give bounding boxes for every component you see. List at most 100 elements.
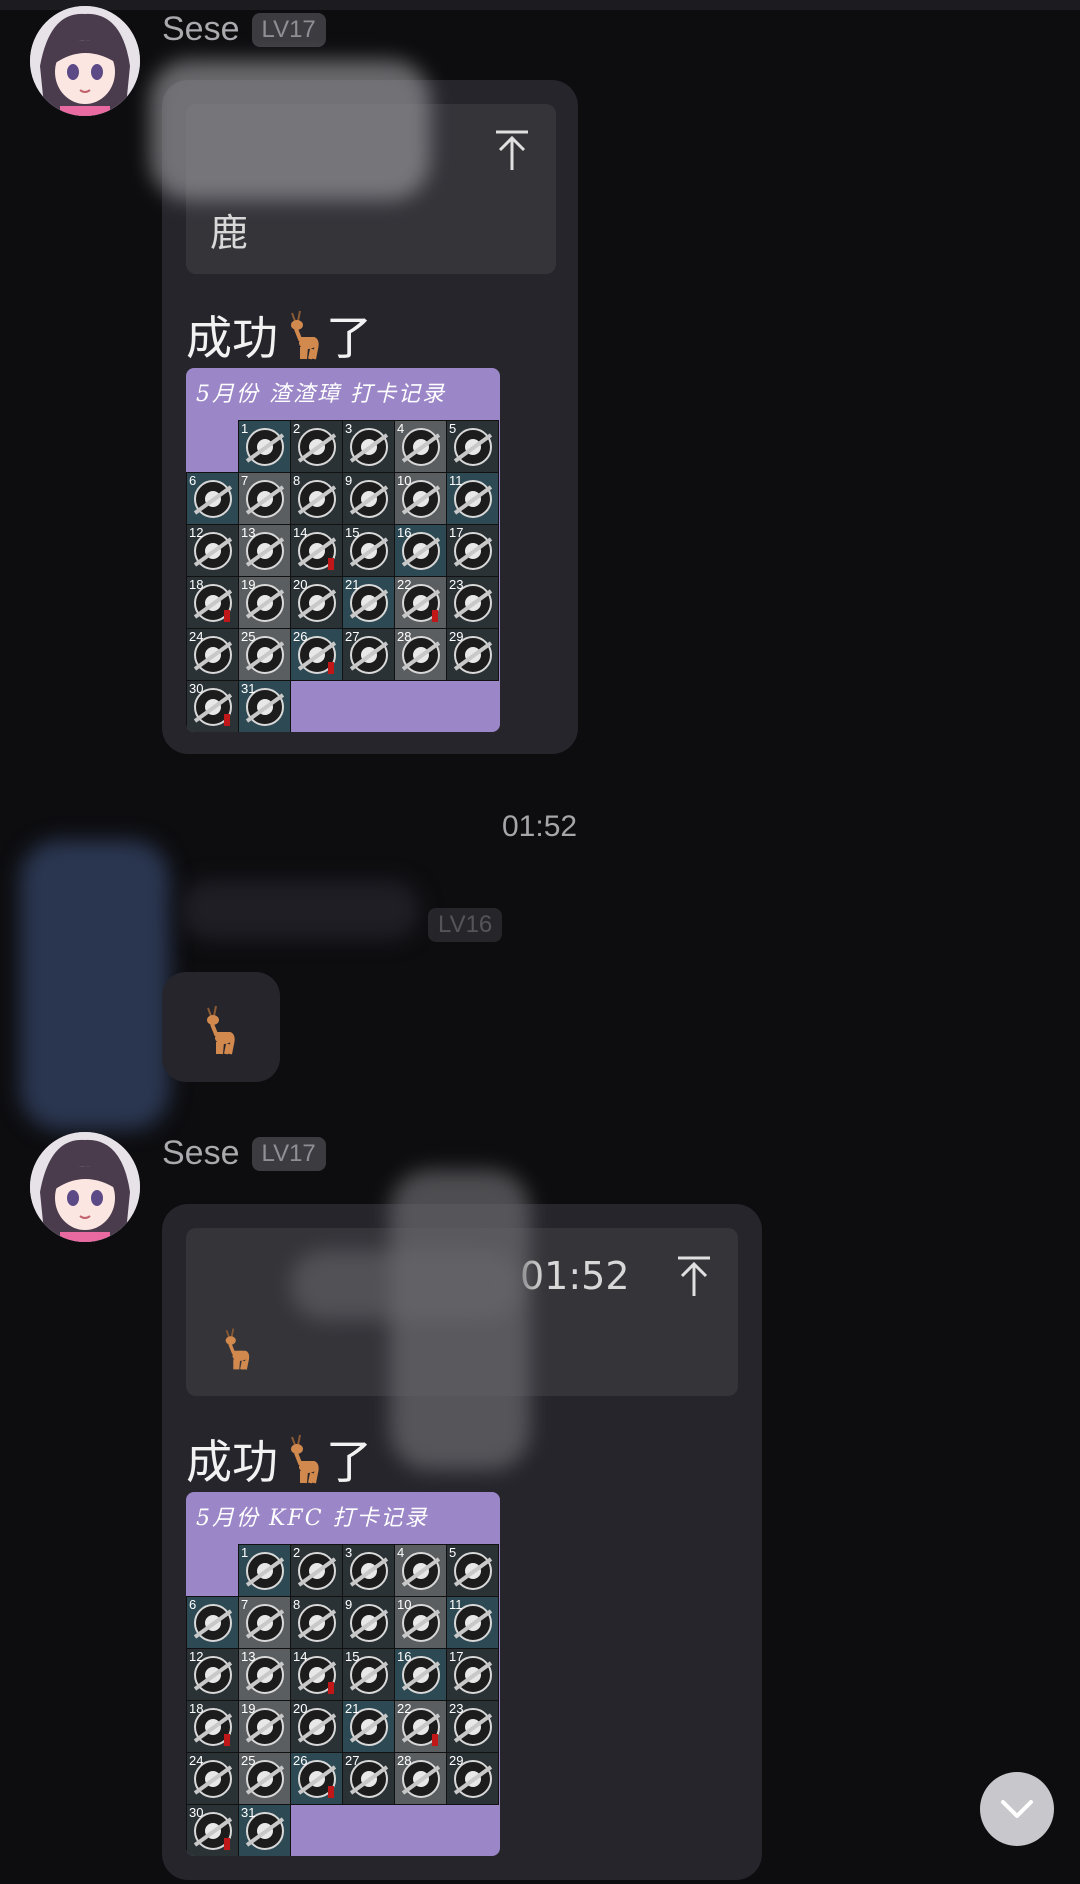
- check-in-day-tile: 26: [290, 628, 343, 681]
- check-in-day-tile: 22: [394, 576, 447, 629]
- check-in-day-tile: 16: [394, 524, 447, 577]
- check-in-day-tile: 19: [238, 576, 291, 629]
- day-number: 7: [241, 473, 249, 488]
- quoted-time: 01:52: [520, 1254, 630, 1298]
- check-in-day-tile: 6: [186, 1596, 239, 1649]
- scroll-to-bottom-button[interactable]: [980, 1772, 1054, 1846]
- level-badge: LV17: [251, 1136, 326, 1171]
- day-number: 18: [189, 577, 204, 592]
- day-number: 5: [449, 1545, 457, 1560]
- check-in-day-tile: 21: [342, 1700, 395, 1753]
- check-in-day-tile: 7: [238, 472, 291, 525]
- red-mark: [224, 714, 230, 726]
- check-in-record-image[interactable]: 5月份 KFC 打卡记录 1 2 3 4 5 6 7 8 9 10 11 12 13 14 15 16 17 18…: [186, 1492, 500, 1856]
- check-in-day-tile: 1: [238, 1544, 291, 1597]
- day-number: 14: [293, 1649, 308, 1664]
- deer-emoji: [207, 1005, 235, 1055]
- check-in-day-tile: 11: [446, 1596, 499, 1649]
- check-in-day-tile: 8: [290, 1596, 343, 1649]
- check-in-day-tile: 13: [238, 1648, 291, 1701]
- day-number: 29: [449, 1753, 464, 1768]
- jump-to-top-icon[interactable]: [674, 1254, 714, 1300]
- red-mark: [224, 1838, 230, 1850]
- day-number: 19: [241, 1701, 256, 1716]
- sender-name[interactable]: Sese: [162, 10, 240, 49]
- sender-name[interactable]: Sese: [162, 1134, 240, 1173]
- day-number: 11: [449, 1597, 463, 1612]
- avatar[interactable]: [30, 6, 140, 116]
- record-title: 5月份 KFC 打卡记录: [196, 1506, 429, 1531]
- message-text: 成功 了: [186, 302, 372, 368]
- check-in-day-tile: 27: [342, 628, 395, 681]
- day-number: 26: [293, 1753, 308, 1768]
- level-badge-partial: LV16: [428, 908, 503, 942]
- day-number: 30: [189, 1805, 204, 1820]
- check-in-day-tile: 20: [290, 576, 343, 629]
- text-after: 了: [326, 311, 372, 365]
- check-in-day-tile: 8: [290, 472, 343, 525]
- day-number: 23: [449, 577, 464, 592]
- deer-emoji: [291, 310, 319, 360]
- check-in-day-tile: 20: [290, 1700, 343, 1753]
- check-in-day-tile: 9: [342, 472, 395, 525]
- text-before: 成功: [186, 1435, 278, 1489]
- check-in-day-tile: 23: [446, 576, 499, 629]
- check-in-day-tile: 22: [394, 1700, 447, 1753]
- day-number: 2: [293, 421, 301, 436]
- blurred-overlay: [150, 60, 430, 200]
- day-number: 22: [397, 1701, 412, 1716]
- day-number: 3: [345, 1545, 353, 1560]
- day-number: 2: [293, 1545, 301, 1560]
- check-in-day-tile: 11: [446, 472, 499, 525]
- day-number: 13: [241, 1649, 256, 1664]
- deer-emoji: [291, 1434, 319, 1484]
- check-in-day-tile: 10: [394, 472, 447, 525]
- blurred-overlay: [290, 1250, 520, 1320]
- check-in-day-tile: 17: [446, 1648, 499, 1701]
- day-number: 17: [449, 1649, 464, 1664]
- day-number: 19: [241, 577, 256, 592]
- day-number: 22: [397, 577, 412, 592]
- check-in-record-image[interactable]: 5月份 渣渣璋 打卡记录 1 2 3 4 5 6 7 8 9 10 11 12 13 14 15 16 17 18…: [186, 368, 500, 732]
- message-timestamp: 01:52: [502, 810, 578, 843]
- day-number: 11: [449, 473, 463, 488]
- day-number: 15: [345, 1649, 360, 1664]
- day-number: 3: [345, 421, 353, 436]
- day-number: 1: [241, 1545, 249, 1560]
- check-in-day-tile: 15: [342, 1648, 395, 1701]
- day-number: 9: [345, 473, 353, 488]
- day-number: 24: [189, 1753, 204, 1768]
- jump-to-top-icon[interactable]: [492, 128, 532, 174]
- avatar[interactable]: [30, 1132, 140, 1242]
- day-number: 10: [397, 473, 412, 488]
- check-in-day-tile: 7: [238, 1596, 291, 1649]
- check-in-day-tile: 17: [446, 524, 499, 577]
- check-in-day-tile: 16: [394, 1648, 447, 1701]
- day-number: 31: [241, 681, 256, 696]
- check-in-day-tile: 26: [290, 1752, 343, 1805]
- check-in-day-tile: 19: [238, 1700, 291, 1753]
- red-mark: [328, 1682, 334, 1694]
- day-number: 4: [397, 1545, 405, 1560]
- text-before: 成功: [186, 311, 278, 365]
- blurred-overlay: [390, 1170, 530, 1470]
- check-in-day-tile: 24: [186, 1752, 239, 1805]
- day-number: 16: [397, 1649, 412, 1664]
- day-number: 21: [345, 577, 360, 592]
- day-number: 8: [293, 473, 301, 488]
- check-in-day-tile: 25: [238, 628, 291, 681]
- day-number: 14: [293, 525, 308, 540]
- day-number: 13: [241, 525, 256, 540]
- check-in-day-tile: 14: [290, 1648, 343, 1701]
- chevron-down-icon: [1001, 1800, 1033, 1818]
- day-number: 4: [397, 421, 405, 436]
- check-in-day-tile: 14: [290, 524, 343, 577]
- check-in-day-tile: 4: [394, 420, 447, 473]
- day-number: 28: [397, 629, 412, 644]
- red-mark: [224, 610, 230, 622]
- check-in-day-tile: 30: [186, 1804, 239, 1856]
- deer-emoji: [225, 1328, 250, 1370]
- quoted-text: 鹿: [210, 211, 249, 255]
- check-in-day-tile: 29: [446, 1752, 499, 1805]
- level-badge: LV17: [251, 12, 326, 47]
